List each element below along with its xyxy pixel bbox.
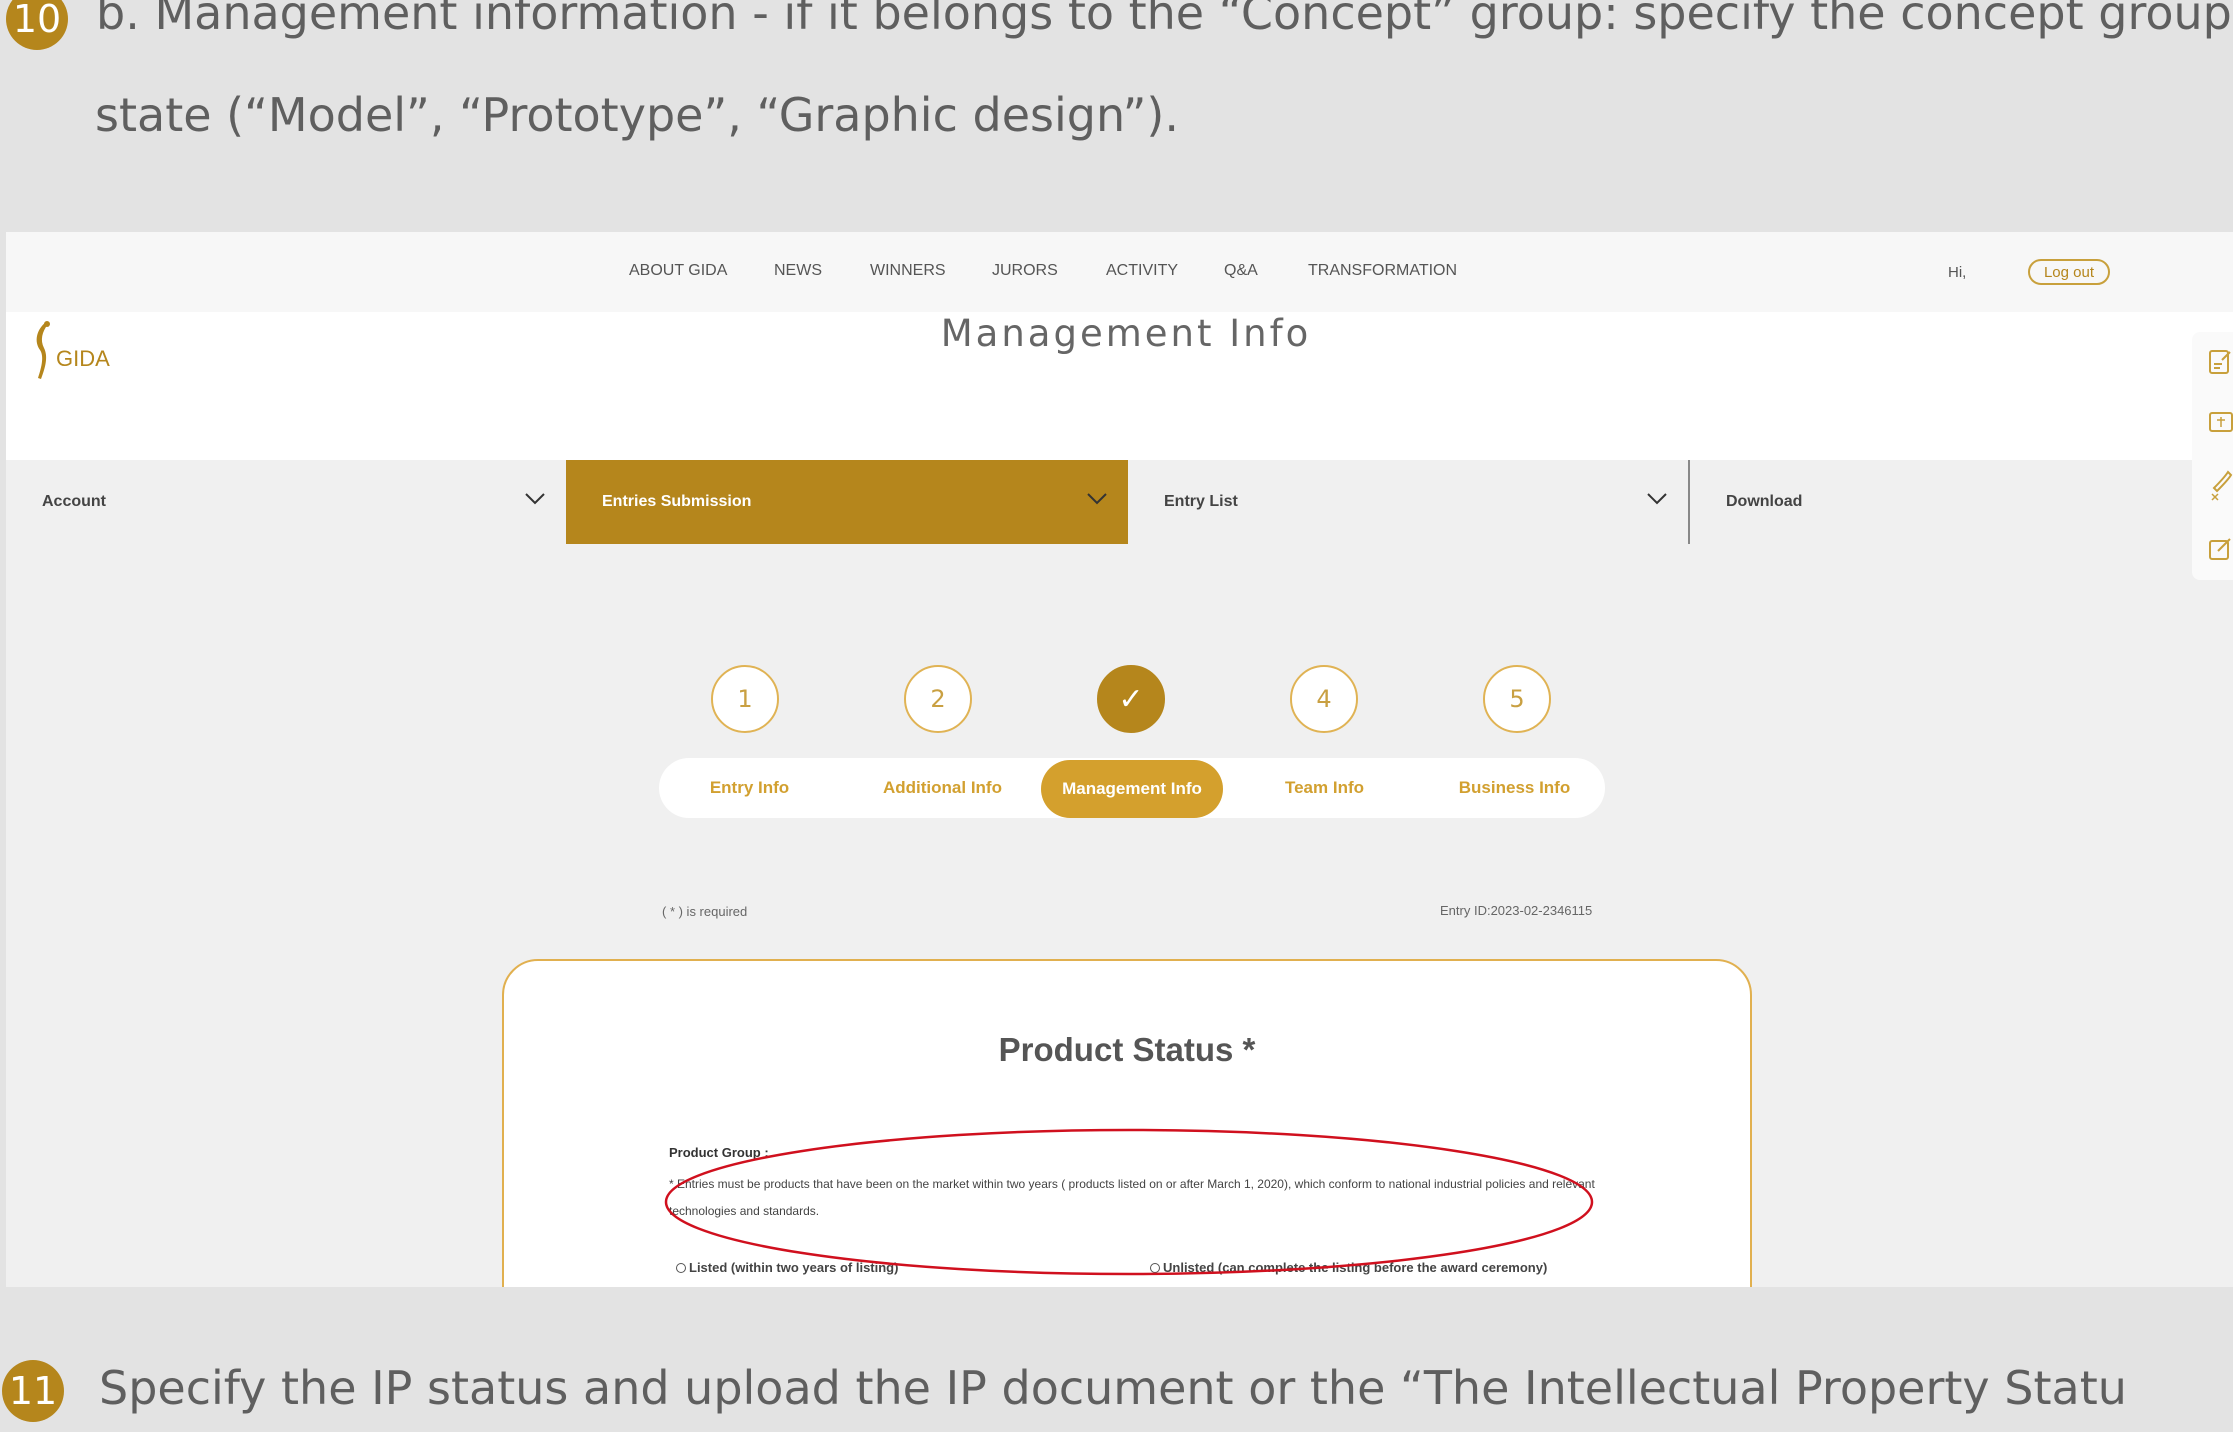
- highlight-ellipse: [664, 1128, 1594, 1276]
- side-toolbar: [2192, 332, 2233, 580]
- tab-business-info[interactable]: Business Info: [1424, 758, 1605, 818]
- tab-entry-info[interactable]: Entry Info: [659, 758, 840, 818]
- nav-news[interactable]: NEWS: [774, 262, 822, 280]
- step-circle-4[interactable]: 4: [1290, 665, 1358, 733]
- instruction-text-cont: state (“Model”, “Prototype”, “Graphic de…: [95, 88, 1179, 142]
- edit-doc-icon[interactable]: [2208, 348, 2233, 376]
- nav-qa[interactable]: Q&A: [1224, 262, 1258, 280]
- chevron-down-icon: [1087, 493, 1107, 505]
- tab-additional-info[interactable]: Additional Info: [852, 758, 1033, 818]
- menu-entry-list[interactable]: Entry List: [1128, 460, 1688, 544]
- step-number-badge: 10: [6, 0, 68, 50]
- step-circle-3-complete[interactable]: ✓: [1097, 665, 1165, 733]
- instruction-text: Specify the IP status and upload the IP …: [99, 1361, 2127, 1415]
- logout-button[interactable]: Log out: [2028, 259, 2110, 285]
- menu-entries-submission[interactable]: Entries Submission: [566, 460, 1128, 544]
- menu-download[interactable]: Download: [1688, 460, 2233, 544]
- step-circle-2[interactable]: 2: [904, 665, 972, 733]
- user-greeting: Hi,: [1948, 264, 1967, 281]
- website-screenshot: ABOUT GIDA NEWS WINNERS JURORS ACTIVITY …: [6, 232, 2233, 1287]
- top-nav-bar: ABOUT GIDA NEWS WINNERS JURORS ACTIVITY …: [6, 232, 2233, 312]
- step-tabs: Entry Info Additional Info Management In…: [659, 758, 1605, 818]
- step-circle-5[interactable]: 5: [1483, 665, 1551, 733]
- menu-download-label: Download: [1726, 493, 1803, 510]
- id-card-icon[interactable]: [2208, 410, 2233, 434]
- write-icon[interactable]: [2208, 536, 2233, 562]
- tab-team-info[interactable]: Team Info: [1234, 758, 1415, 818]
- menu-account[interactable]: Account: [6, 460, 566, 544]
- nav-transformation[interactable]: TRANSFORMATION: [1308, 262, 1457, 280]
- menu-account-label: Account: [42, 493, 106, 510]
- step-circle-1[interactable]: 1: [711, 665, 779, 733]
- tab-management-info[interactable]: Management Info: [1041, 760, 1223, 818]
- nav-about-gida[interactable]: ABOUT GIDA: [629, 262, 727, 280]
- page-title: Management Info: [940, 312, 1312, 355]
- nav-winners[interactable]: WINNERS: [870, 262, 946, 280]
- instruction-text: b. Management information - if it belong…: [96, 0, 2232, 40]
- nav-jurors[interactable]: JURORS: [992, 262, 1058, 280]
- nav-activity[interactable]: ACTIVITY: [1106, 262, 1178, 280]
- page-header: GIDA Management Info: [6, 312, 2233, 460]
- step-number-badge: 11: [2, 1360, 64, 1422]
- card-title: Product Status *: [998, 1031, 1256, 1068]
- entry-id: Entry ID:2023-02-2346115: [1440, 903, 1593, 918]
- menu-entries-label: Entries Submission: [602, 493, 752, 510]
- phone-icon[interactable]: [2208, 468, 2233, 502]
- required-note: ( * ) is required: [662, 904, 748, 919]
- chevron-down-icon: [525, 493, 545, 505]
- menu-entry-list-label: Entry List: [1164, 493, 1238, 510]
- chevron-down-icon: [1647, 493, 1667, 505]
